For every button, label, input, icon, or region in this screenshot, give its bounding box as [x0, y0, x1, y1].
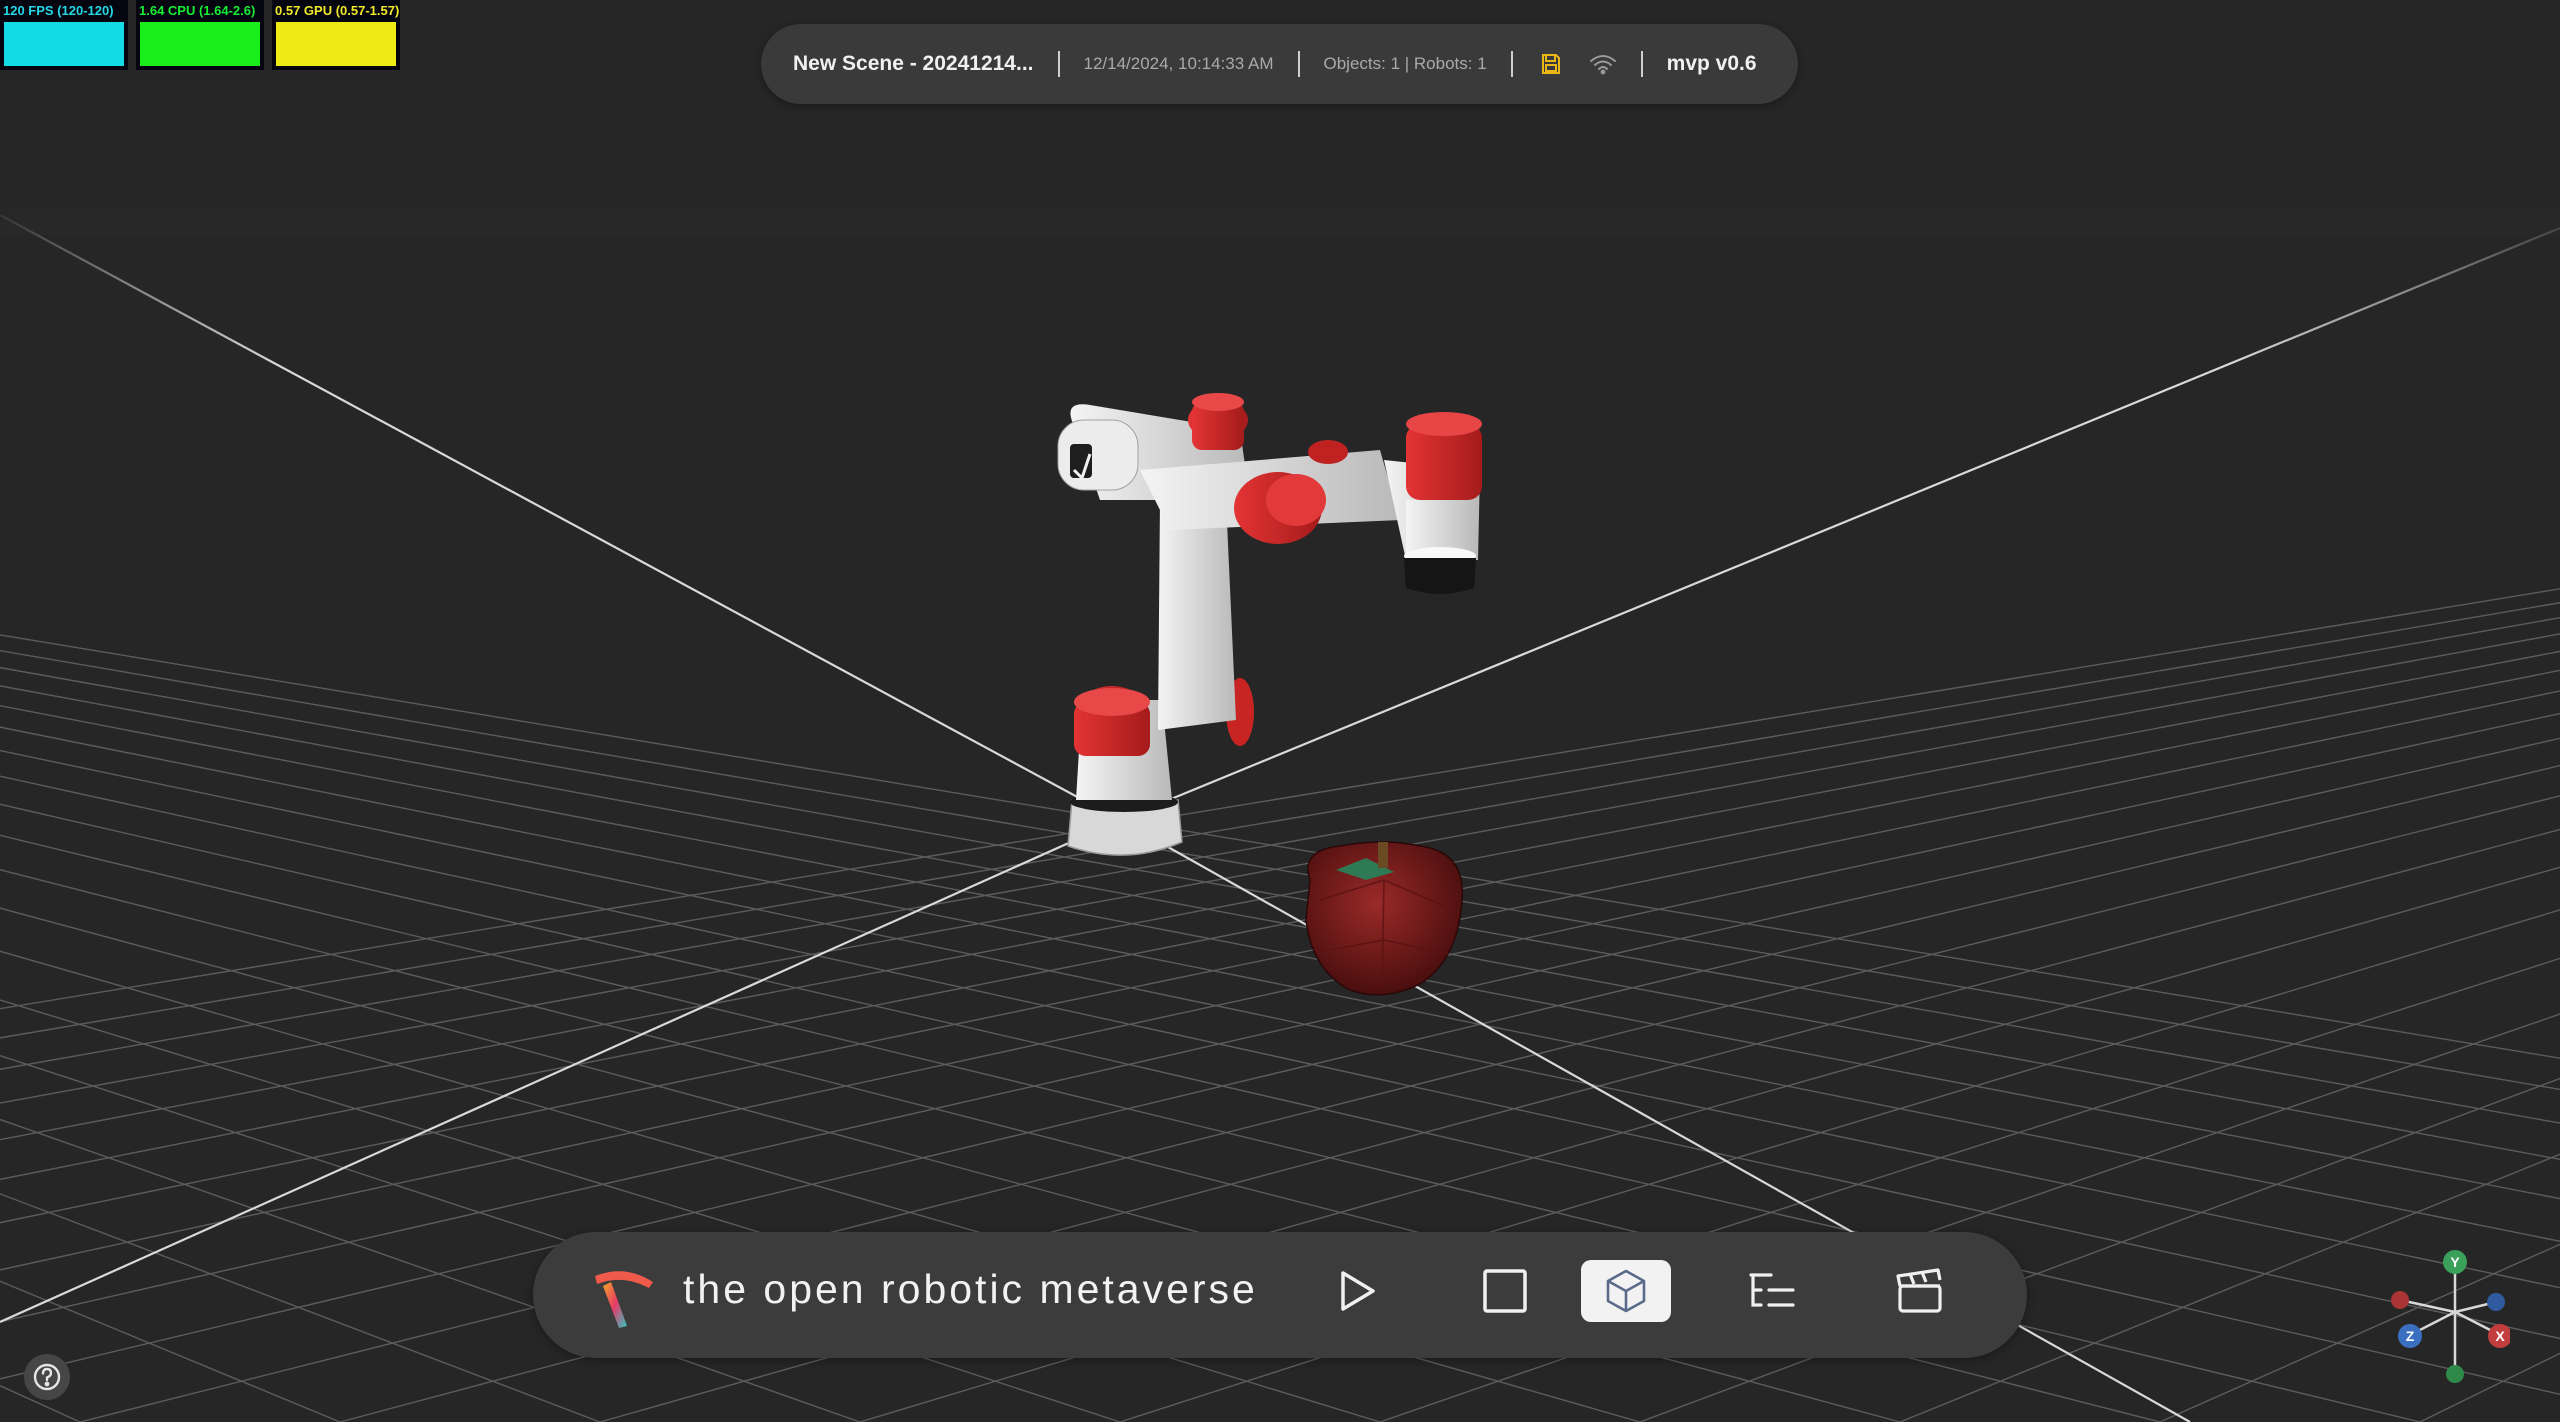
neg-y-handle[interactable]: [2446, 1365, 2464, 1383]
help-button[interactable]: [24, 1354, 70, 1400]
objects-button[interactable]: [1581, 1260, 1671, 1322]
divider: [1057, 51, 1060, 77]
divider: [1510, 51, 1513, 77]
wifi-icon: [1589, 50, 1617, 78]
scene-canvas: [0, 200, 2560, 1422]
stop-icon: [1483, 1269, 1527, 1313]
scene-status-bar: New Scene - 20241214... 12/14/2024, 10:1…: [761, 24, 1798, 104]
neg-x-handle[interactable]: [2391, 1291, 2409, 1309]
distance-fog: [0, 200, 2560, 500]
apple-object[interactable]: [1305, 841, 1464, 996]
tagline: the open robotic metaverse: [683, 1266, 1258, 1312]
play-icon: [1341, 1271, 1375, 1311]
brand-logo: [589, 1262, 659, 1330]
y-axis-label: Y: [2450, 1254, 2460, 1270]
axis-gizmo[interactable]: Y X Z: [2380, 1240, 2512, 1390]
app-version: mvp v0.6: [1666, 52, 1757, 75]
main-toolbar: the open robotic metaverse: [533, 1232, 2027, 1358]
gpu-graph: [276, 22, 396, 66]
cube-icon: [1606, 1269, 1646, 1313]
cpu-label: 1.64 CPU (1.64-2.6): [139, 3, 256, 18]
divider: [1640, 51, 1643, 77]
fps-graph: [4, 22, 124, 66]
scenes-button[interactable]: [1876, 1260, 1964, 1322]
3d-viewport[interactable]: [0, 0, 2560, 1422]
robot-arm[interactable]: [1057, 393, 1482, 856]
neg-z-handle[interactable]: [2487, 1293, 2505, 1311]
x-axis-label: X: [2495, 1328, 2505, 1344]
scene-object-counts: Objects: 1 | Robots: 1: [1323, 54, 1487, 73]
clapperboard-icon: [1896, 1268, 1942, 1313]
gpu-label: 0.57 GPU (0.57-1.57): [275, 3, 400, 18]
gpu-stats-panel[interactable]: 0.57 GPU (0.57-1.57): [272, 0, 400, 70]
fps-label: 120 FPS (120-120): [3, 3, 114, 18]
play-button[interactable]: [1313, 1260, 1401, 1322]
z-axis-label: Z: [2406, 1328, 2415, 1344]
cpu-graph: [140, 22, 260, 66]
divider: [1297, 51, 1300, 77]
question-circle-icon: [33, 1363, 61, 1391]
scene-timestamp: 12/14/2024, 10:14:33 AM: [1083, 54, 1274, 73]
fps-stats-panel[interactable]: 120 FPS (120-120): [0, 0, 128, 70]
tree-list-icon: [1749, 1273, 1795, 1307]
scene-tree-button[interactable]: [1728, 1260, 1816, 1322]
cpu-stats-panel[interactable]: 1.64 CPU (1.64-2.6): [136, 0, 264, 70]
save-icon[interactable]: [1537, 50, 1565, 78]
scene-name[interactable]: New Scene - 20241214...: [793, 52, 1034, 76]
stop-button[interactable]: [1461, 1260, 1549, 1322]
